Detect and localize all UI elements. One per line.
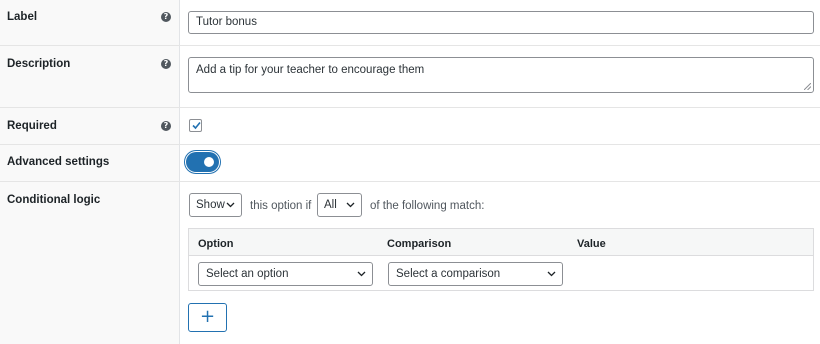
option-select-value: Select an option: [206, 268, 289, 280]
header-comparison: Comparison: [387, 238, 452, 250]
conditional-title: Conditional logic: [7, 194, 101, 206]
label-row: Label ? Tutor bonus: [0, 0, 820, 46]
label-input[interactable]: Tutor bonus: [188, 11, 814, 34]
help-icon[interactable]: ?: [161, 59, 171, 69]
description-row: Description ? Add a tip for your teacher…: [0, 46, 820, 108]
description-textarea[interactable]: Add a tip for your teacher to encourage …: [188, 57, 814, 93]
chevron-down-icon: [357, 271, 366, 277]
condition-tail-text: of the following match:: [370, 200, 485, 212]
resize-grip-icon[interactable]: [804, 83, 811, 90]
chevron-down-icon: [547, 271, 556, 277]
chevron-down-icon: [226, 202, 235, 208]
required-title: Required: [7, 120, 57, 132]
required-row: Required ?: [0, 108, 820, 145]
rules-table-header: Option Comparison Value: [189, 229, 813, 256]
add-rule-button[interactable]: +: [188, 303, 227, 332]
plus-icon: +: [199, 306, 216, 327]
advanced-row: Advanced settings: [0, 145, 820, 182]
description-text: Add a tip for your teacher to encourage …: [196, 64, 425, 76]
header-value: Value: [577, 238, 606, 250]
required-checkbox[interactable]: [189, 119, 202, 132]
help-icon[interactable]: ?: [161, 121, 171, 131]
table-row: Select an option Select a comparison: [189, 256, 813, 290]
advanced-toggle[interactable]: [186, 152, 219, 172]
description-title: Description: [7, 58, 71, 70]
option-select[interactable]: Select an option: [198, 262, 373, 286]
match-select[interactable]: All: [317, 193, 362, 217]
toggle-knob: [204, 157, 214, 167]
chevron-down-icon: [346, 202, 355, 208]
match-select-value: All: [324, 199, 337, 211]
advanced-title: Advanced settings: [7, 156, 110, 168]
rules-table: Option Comparison Value Select an option…: [188, 228, 814, 291]
comparison-select[interactable]: Select a comparison: [388, 262, 563, 286]
condition-middle-text: this option if: [250, 200, 312, 212]
header-option: Option: [198, 238, 234, 250]
checkmark-icon: [192, 121, 201, 130]
action-select-value: Show: [196, 199, 225, 211]
label-title: Label: [7, 11, 38, 23]
action-select[interactable]: Show: [189, 193, 242, 217]
comparison-select-value: Select a comparison: [396, 268, 501, 280]
help-icon[interactable]: ?: [161, 12, 171, 22]
